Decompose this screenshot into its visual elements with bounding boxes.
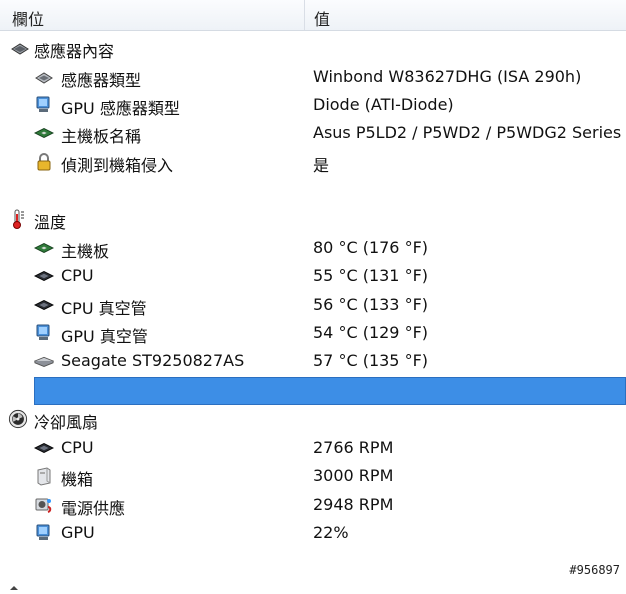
row-value: 2766 RPM (313, 438, 394, 457)
motherboard-icon (34, 238, 54, 258)
row-value: 2948 RPM (313, 495, 394, 514)
row-value: Winbond W83627DHG (ISA 290h) (313, 67, 582, 86)
row-label: 主機板 (61, 242, 110, 261)
row-label: 電源供應 (61, 499, 126, 518)
cpu-icon (34, 266, 54, 286)
row-label: Seagate ST9250827AS (61, 351, 245, 370)
sensor-row-intrusion[interactable]: 偵測到機箱侵入 是 (0, 148, 626, 176)
header-field[interactable]: 欄位 (12, 6, 44, 30)
row-value: 54 °C (129 °F) (313, 323, 429, 342)
column-header: 欄位 值 (0, 0, 626, 31)
row-label: CPU 真空管 (61, 299, 147, 318)
case-icon (34, 466, 54, 486)
row-value: 是 (313, 156, 330, 175)
row-value: 55 °C (131 °F) (313, 266, 429, 285)
row-value: 56 °C (133 °F) (313, 295, 429, 314)
section-title: 冷卻風扇 (34, 413, 99, 432)
temp-row-cpu[interactable]: CPU 55 °C (131 °F) (0, 262, 626, 290)
thermometer-icon (8, 209, 28, 229)
temp-row-cpu-diode[interactable]: CPU 真空管 56 °C (133 °F) (0, 291, 626, 319)
section-cooling-fans[interactable]: 冷卻風扇 (0, 405, 626, 433)
row-label: 感應器類型 (61, 71, 142, 90)
section-temperature[interactable]: 溫度 (0, 205, 626, 233)
row-label: 偵測到機箱侵入 (61, 156, 174, 175)
row-value: 22% (313, 523, 349, 542)
column-divider[interactable] (304, 0, 305, 30)
row-label: 機箱 (61, 470, 94, 489)
sensor-row-type[interactable]: 感應器類型 Winbond W83627DHG (ISA 290h) (0, 63, 626, 91)
temp-row-gpu-diode[interactable]: GPU 真空管 54 °C (129 °F) (0, 319, 626, 347)
chip-icon (10, 38, 30, 58)
chip-icon (34, 67, 54, 87)
section-sensor[interactable]: 感應器內容 (0, 34, 626, 62)
row-value: Asus P5LD2 / P5WD2 / P5WDG2 Series (313, 123, 622, 142)
row-label: GPU 感應器類型 (61, 99, 180, 118)
hard-drive-icon (34, 351, 54, 371)
header-value[interactable]: 值 (314, 6, 330, 30)
section-title: 感應器內容 (34, 42, 115, 61)
sensor-row-gpu-type[interactable]: GPU 感應器類型 Diode (ATI-Diode) (0, 91, 626, 119)
next-section-fragment (0, 575, 30, 590)
temp-row-motherboard[interactable]: 主機板 80 °C (176 °F) (0, 234, 626, 262)
fan-row-cpu[interactable]: CPU 2766 RPM (0, 434, 626, 462)
sensor-row-motherboard[interactable]: 主機板名稱 Asus P5LD2 / P5WD2 / P5WDG2 Series (0, 119, 626, 147)
row-value: 80 °C (176 °F) (313, 238, 429, 257)
row-label: CPU (61, 266, 94, 285)
motherboard-icon (34, 123, 54, 143)
row-label: CPU (61, 438, 94, 457)
row-label: GPU 真空管 (61, 327, 148, 346)
temp-row-hdd[interactable]: Seagate ST9250827AS 57 °C (135 °F) (0, 347, 626, 375)
fan-row-case[interactable]: 機箱 3000 RPM (0, 462, 626, 490)
row-label: GPU (61, 523, 95, 542)
row-label: 主機板名稱 (61, 127, 142, 146)
cpu-icon (34, 438, 54, 458)
fan-icon (8, 409, 28, 429)
monitor-icon (34, 523, 54, 543)
section-title: 溫度 (34, 213, 67, 232)
selected-row[interactable] (34, 377, 626, 405)
row-value: 57 °C (135 °F) (313, 351, 429, 370)
row-value: Diode (ATI-Diode) (313, 95, 454, 114)
row-value: 3000 RPM (313, 466, 394, 485)
power-supply-icon (34, 495, 54, 515)
lock-icon (34, 152, 54, 172)
monitor-icon (34, 323, 54, 343)
watermark: #956897 (569, 563, 620, 577)
cpu-icon (34, 295, 54, 315)
monitor-icon (34, 95, 54, 115)
fan-row-psu[interactable]: 電源供應 2948 RPM (0, 491, 626, 519)
fan-row-gpu[interactable]: GPU 22% (0, 519, 626, 547)
